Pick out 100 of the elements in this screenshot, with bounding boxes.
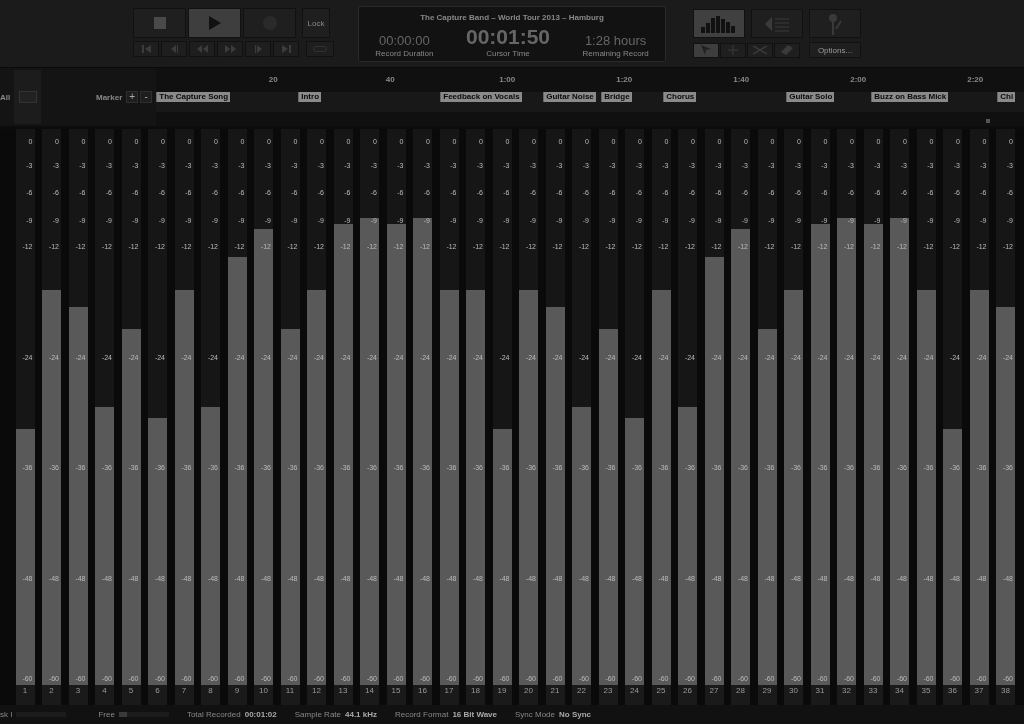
scissors-tool-button[interactable]: [747, 42, 773, 58]
eraser-tool-button[interactable]: [774, 42, 800, 58]
time-label: Cursor Time: [486, 49, 530, 58]
channel-number: 19: [492, 685, 512, 705]
channel-number: 20: [519, 685, 538, 705]
play-button[interactable]: [188, 8, 241, 38]
rewind-icon: [196, 45, 208, 53]
channel-number: 31: [810, 685, 830, 705]
forward-button[interactable]: [217, 41, 243, 57]
session-title: The Capture Band – World Tour 2013 – Hamburg: [420, 13, 604, 22]
channel-number: 10: [254, 685, 273, 705]
pointer-tool-button[interactable]: [693, 42, 719, 58]
marker-flag[interactable]: Chi: [997, 92, 1016, 102]
channel-number: 12: [307, 685, 326, 705]
skip-start-icon: [141, 45, 151, 53]
status-value: 00:01:02: [244, 710, 277, 719]
stepback-button[interactable]: [161, 41, 187, 57]
channel-number: 2: [42, 685, 61, 705]
marker-flag[interactable]: Buzz on Bass Mick: [871, 92, 949, 102]
stop-icon: [153, 17, 166, 29]
stepfwd-button[interactable]: [245, 41, 271, 57]
scissors-icon: [753, 45, 767, 55]
channel-number: 29: [757, 685, 777, 705]
time-value: 1:28 hours: [584, 33, 647, 48]
time-tick: 1:00: [498, 75, 517, 84]
record-button[interactable]: [243, 8, 296, 38]
time-tick: 40: [384, 75, 396, 84]
plus-icon: [728, 45, 738, 55]
time-tick: 1:20: [615, 75, 634, 84]
marker-flag[interactable]: Guitar Noise: [543, 92, 596, 102]
skip-end-icon: [281, 45, 291, 53]
microphone-icon: [828, 12, 842, 35]
meters-view-button[interactable]: [693, 9, 745, 38]
end-button[interactable]: [273, 41, 299, 57]
add-marker-button[interactable]: +: [126, 91, 139, 103]
meters-icon: [701, 14, 737, 33]
free-bar: [118, 712, 169, 717]
plus-tool-button[interactable]: [720, 42, 746, 58]
tracks-view-button[interactable]: [751, 9, 803, 38]
channel-number: 35: [916, 685, 936, 705]
channel-number: 16: [413, 685, 432, 705]
channel-number: 33: [863, 685, 883, 705]
time-tick: 2:00: [849, 75, 868, 84]
marker-flag[interactable]: Feedback on Vocals: [440, 92, 522, 102]
all-label: All: [0, 92, 12, 102]
channel-number: 21: [545, 685, 565, 705]
status-value: 44.1 kHz: [345, 710, 378, 719]
fast-forward-icon: [224, 45, 236, 53]
time-label: Record Duration: [375, 49, 434, 58]
channel-number: 22: [572, 685, 591, 705]
channel-number: 23: [598, 685, 618, 705]
scroll-thumb[interactable]: [986, 119, 990, 123]
rewind-button[interactable]: [189, 41, 215, 57]
channel-number: 32: [837, 685, 856, 705]
start-button[interactable]: [133, 41, 159, 57]
marker-flag[interactable]: The Capture Song: [156, 92, 231, 102]
time-label: Remaining Record: [582, 49, 649, 58]
channel-number: 27: [704, 685, 724, 705]
step-back-icon: [170, 45, 178, 53]
channel-number: 24: [625, 685, 644, 705]
pointer-icon: [701, 45, 711, 55]
channel-number: 30: [784, 685, 803, 705]
disk-label: sk I: [0, 710, 13, 719]
status-label: Total Recorded: [186, 710, 241, 719]
channel-number: 5: [121, 685, 141, 705]
time-value: 00:00:00: [379, 33, 430, 48]
time-tick: 20: [267, 75, 279, 84]
marker-flag[interactable]: Chorus: [663, 92, 697, 102]
time-tick: 1:40: [732, 75, 751, 84]
channel-number: 4: [95, 685, 114, 705]
channel-number: 11: [280, 685, 300, 705]
status-label: Sync Mode: [515, 710, 556, 719]
play-icon: [208, 16, 221, 30]
channel-number: 37: [969, 685, 989, 705]
remove-marker-button[interactable]: -: [140, 91, 153, 103]
marker-flag[interactable]: Intro: [298, 92, 322, 102]
lock-button[interactable]: Lock: [302, 8, 330, 38]
eraser-icon: [781, 45, 793, 55]
marker-flag[interactable]: Guitar Solo: [786, 92, 835, 102]
status-label: Sample Rate: [294, 710, 341, 719]
channel-number: 34: [890, 685, 909, 705]
loop-button[interactable]: [306, 41, 334, 57]
channel-number: 28: [731, 685, 750, 705]
channel-number: 14: [360, 685, 379, 705]
channel-number: 36: [943, 685, 962, 705]
channel-number: 3: [68, 685, 88, 705]
stop-button[interactable]: [133, 8, 186, 38]
channel-number: 7: [174, 685, 194, 705]
channel-number: 17: [439, 685, 459, 705]
status-value: No Sync: [559, 710, 592, 719]
channel-number: 6: [148, 685, 167, 705]
channel-number: 38: [996, 685, 1015, 705]
marker-label: Marker: [96, 92, 123, 102]
options-button[interactable]: Options...: [809, 42, 861, 58]
step-forward-icon: [254, 45, 262, 53]
time-value: 00:01:50: [465, 26, 550, 48]
marker-flag[interactable]: Bridge: [601, 92, 632, 102]
channel-number: 8: [201, 685, 220, 705]
mic-view-button[interactable]: [809, 9, 861, 38]
status-value: 16 Bit Wave: [452, 710, 497, 719]
